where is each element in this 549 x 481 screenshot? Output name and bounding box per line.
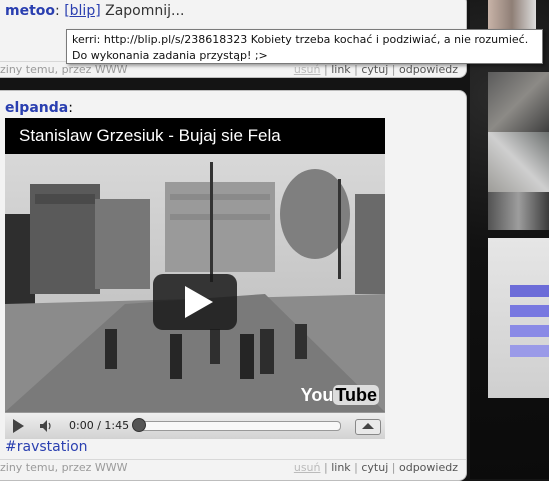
video-thumbnail[interactable]: You Tube — [5, 154, 385, 412]
delete-link[interactable]: usuń — [294, 461, 321, 474]
author-separator: : — [68, 100, 73, 116]
sidebar-link-block — [510, 305, 549, 317]
delete-link[interactable]: usuń — [294, 63, 321, 76]
post-actions: usuń | link | cytuj | odpowiedz — [293, 461, 458, 474]
video-title[interactable]: Stanislaw Grzesiuk - Bujaj sie Fela — [19, 126, 281, 146]
permalink-link[interactable]: link — [331, 461, 350, 474]
sidebar-link-block — [510, 325, 549, 337]
page-background-right — [470, 0, 549, 479]
post-message: metoo: [blip] Zapomnij... — [5, 3, 184, 19]
quote-link[interactable]: cytuj — [361, 63, 388, 76]
hashtag-link[interactable]: #ravstation — [5, 439, 88, 455]
link-tooltip: kerri: http://blip.pl/s/238618323 Kobiet… — [66, 29, 543, 64]
sidebar-block — [488, 238, 549, 398]
volume-icon[interactable] — [39, 419, 53, 433]
video-controls: 0:00 / 1:45 — [5, 412, 385, 439]
author-separator: : — [55, 3, 60, 19]
youtube-logo[interactable]: You Tube — [301, 385, 379, 406]
seek-bar[interactable] — [135, 421, 341, 431]
quote-link[interactable]: cytuj — [361, 461, 388, 474]
post-author-line: elpanda: — [5, 100, 73, 116]
post-author-link[interactable]: metoo — [5, 3, 55, 19]
youtube-logo-tube: Tube — [333, 385, 379, 405]
permalink-link[interactable]: link — [331, 63, 350, 76]
post-footer: ziny temu, przez WWW usuń | link | cytuj… — [0, 459, 466, 476]
chevron-up-icon — [362, 423, 374, 429]
sidebar-link-block — [510, 285, 549, 297]
sidebar-link-block — [510, 345, 549, 357]
post-meta: ziny temu, przez WWW — [0, 63, 128, 76]
post-text: Zapomnij... — [105, 3, 185, 19]
post-meta: ziny temu, przez WWW — [0, 461, 128, 474]
blip-link[interactable]: [blip] — [64, 3, 100, 19]
fullscreen-button[interactable] — [355, 419, 381, 435]
seek-handle[interactable] — [132, 418, 146, 432]
youtube-embed[interactable]: Stanislaw Grzesiuk - Bujaj sie Fela You … — [5, 118, 385, 439]
youtube-logo-you: You — [300, 385, 334, 405]
play-icon[interactable] — [13, 419, 24, 433]
post-actions: usuń | link | cytuj | odpowiedz — [293, 63, 458, 76]
status-post: elpanda: Stanislaw Grzesiuk - Bujaj sie … — [0, 90, 467, 481]
reply-link[interactable]: odpowiedz — [399, 461, 458, 474]
reply-link[interactable]: odpowiedz — [399, 63, 458, 76]
avatar — [488, 72, 549, 132]
video-time: 0:00 / 1:45 — [69, 419, 130, 432]
avatar — [488, 192, 549, 230]
thumbnail-image — [5, 154, 385, 412]
avatar — [488, 132, 549, 192]
post-author-link[interactable]: elpanda — [5, 100, 68, 116]
